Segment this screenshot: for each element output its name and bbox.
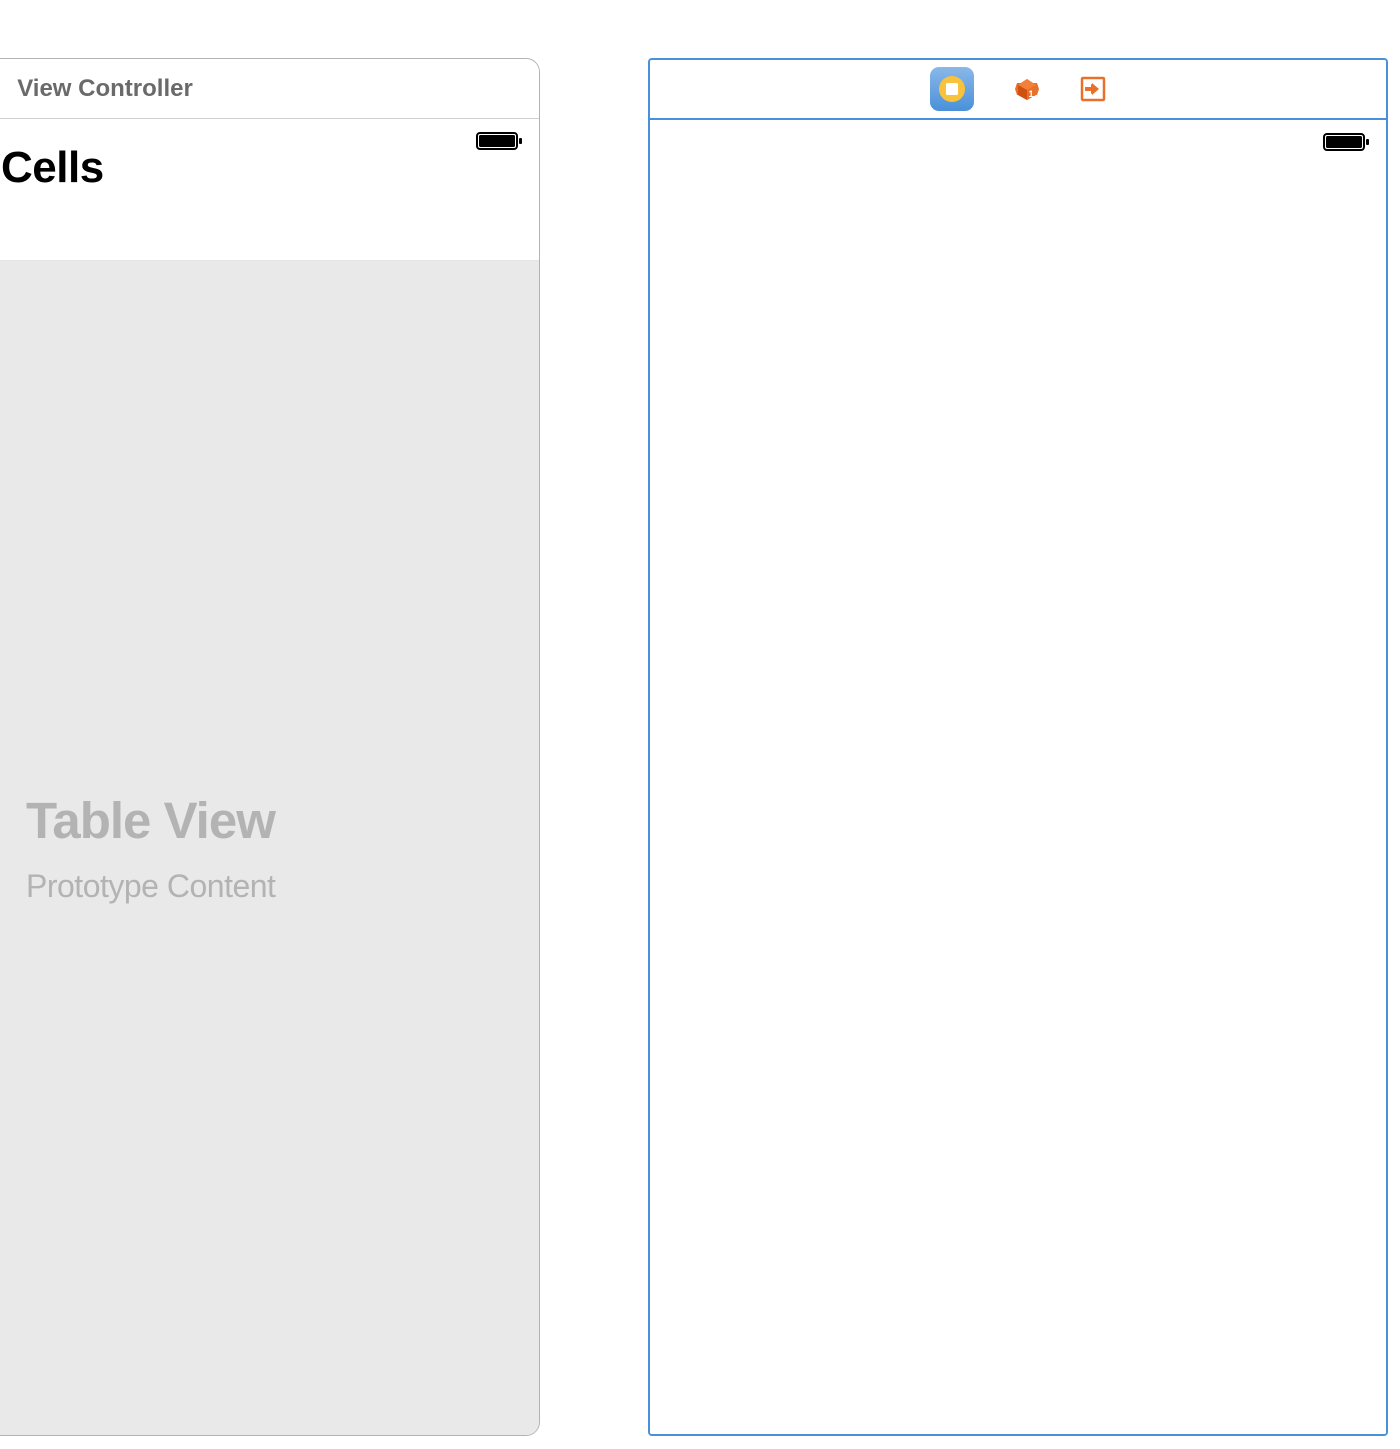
table-view-placeholder: Table View Prototype Content — [26, 791, 275, 905]
battery-icon — [476, 131, 524, 151]
first-responder-dock-icon[interactable]: 1 — [1012, 74, 1042, 104]
scene-view-controller[interactable]: View Controller Cells Table View Prototy… — [0, 58, 540, 1436]
exit-dock-icon[interactable] — [1080, 76, 1106, 102]
battery-icon — [1323, 132, 1371, 152]
svg-text:1: 1 — [1028, 89, 1033, 99]
scene-title-bar: View Controller — [0, 59, 539, 119]
navigation-bar[interactable]: Cells — [0, 119, 539, 261]
view-content[interactable] — [650, 120, 1386, 1434]
scene-title: View Controller — [17, 75, 193, 103]
view-controller-dock-icon[interactable] — [930, 67, 974, 111]
scene-selected-view-controller[interactable]: 1 — [648, 58, 1388, 1436]
scene-dock: 1 — [650, 60, 1386, 120]
nav-large-title: Cells — [1, 143, 104, 193]
prototype-content-label: Prototype Content — [26, 868, 275, 905]
table-view[interactable]: Table View Prototype Content — [0, 261, 539, 1435]
table-view-label: Table View — [26, 791, 275, 850]
